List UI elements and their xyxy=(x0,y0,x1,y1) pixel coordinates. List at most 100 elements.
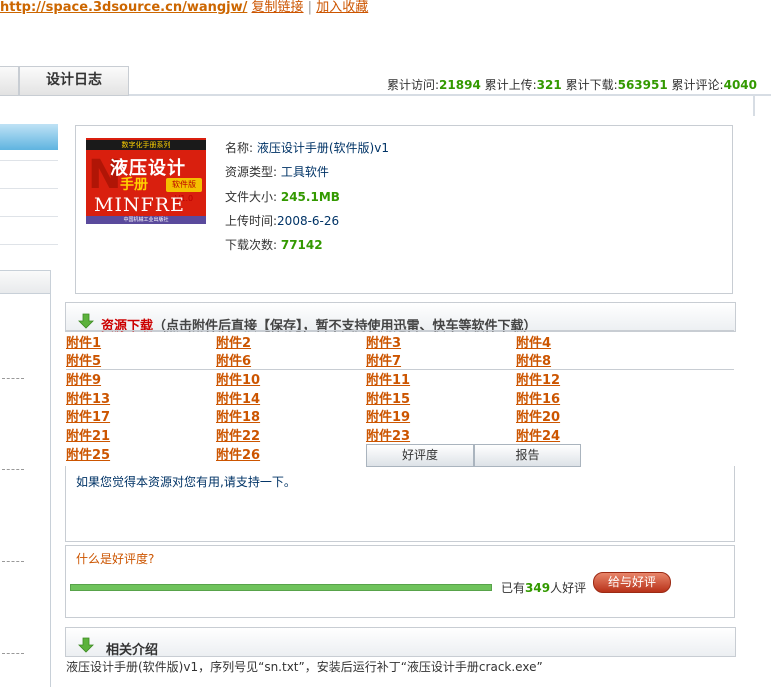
attachment-link-10[interactable]: 附件10 xyxy=(216,369,260,388)
sidebar-row-divider xyxy=(0,160,58,161)
attachment-link-17[interactable]: 附件17 xyxy=(66,406,110,425)
visits-count: 21894 xyxy=(439,78,481,92)
download-title: 资源下载（点击附件后直接【保存】，暂不支持使用迅雷、快车等软件下载） xyxy=(101,315,537,334)
related-title: 相关介绍 xyxy=(106,643,159,658)
resource-size-label: 文件大小: xyxy=(225,189,281,204)
resource-type-row: 资源类型: 工具软件 xyxy=(225,164,389,188)
sidebar-border xyxy=(50,292,51,687)
sidebar-row-divider xyxy=(0,216,58,217)
left-sidebar xyxy=(0,96,58,687)
add-favorite-button[interactable]: 加入收藏 xyxy=(316,0,368,15)
attachment-link-13[interactable]: 附件13 xyxy=(66,388,110,407)
sidebar-dashed-divider xyxy=(2,469,24,470)
good-rating-suffix: 人好评 xyxy=(550,581,587,595)
attachment-link-8[interactable]: 附件8 xyxy=(516,350,551,369)
attachment-link-1[interactable]: 附件1 xyxy=(66,332,101,351)
space-url-link[interactable]: http://space.3dsource.cn/wangjw/ xyxy=(0,0,247,15)
attachment-link-9[interactable]: 附件9 xyxy=(66,369,101,388)
resource-size: 245.1MB xyxy=(280,189,340,204)
good-rating-progress-fill xyxy=(71,585,491,590)
tab-report[interactable]: 报告 xyxy=(474,444,581,467)
uploads-label: 累计上传: xyxy=(484,78,537,92)
sidebar-dashed-divider xyxy=(2,653,24,654)
sidebar-section-header xyxy=(0,270,51,294)
sidebar-active-header[interactable] xyxy=(0,124,58,150)
space-stats: 累计访问:21894 累计上传:321 累计下载:563951 累计评论:404… xyxy=(387,76,757,93)
related-description: 液压设计手册(软件版)v1，序列号见“sn.txt”，安装后运行补丁“液压设计手… xyxy=(66,660,543,674)
attachment-link-2[interactable]: 附件2 xyxy=(216,332,251,351)
resource-count-row: 下载次数: 77142 xyxy=(225,237,389,261)
give-good-rating-button[interactable]: 给与好评 xyxy=(593,572,671,593)
attachment-link-6[interactable]: 附件6 xyxy=(216,350,251,369)
resource-type: 工具软件 xyxy=(280,165,329,180)
attachment-link-11[interactable]: 附件11 xyxy=(366,369,410,388)
attachment-link-12[interactable]: 附件12 xyxy=(516,369,560,388)
good-rating-progress-bar xyxy=(70,584,492,591)
cover-series: 数字化手册系列 xyxy=(86,140,206,150)
cover-brand: MINFRE xyxy=(94,194,185,216)
attachment-link-3[interactable]: 附件3 xyxy=(366,332,401,351)
sidebar-dashed-divider xyxy=(2,561,24,562)
resource-name-label: 名称: xyxy=(225,141,257,155)
tab-design-blog[interactable]: 设计日志 xyxy=(19,66,129,96)
comments-label: 累计评论: xyxy=(671,78,724,92)
attachment-link-18[interactable]: 附件18 xyxy=(216,406,260,425)
sidebar-row-divider xyxy=(0,244,58,245)
attachment-link-19[interactable]: 附件19 xyxy=(366,406,410,425)
tab-bar: 设计日志 累计访问:21894 累计上传:321 累计下载:563951 累计评… xyxy=(0,66,771,96)
attachment-link-21[interactable]: 附件21 xyxy=(66,425,110,444)
uploads-count: 321 xyxy=(536,78,562,92)
attachment-link-24[interactable]: 附件24 xyxy=(516,425,560,444)
download-title-text: 资源下载 xyxy=(101,319,154,334)
cover-version-badge: 软件版V1.0 xyxy=(166,178,202,203)
attachment-link-20[interactable]: 附件20 xyxy=(516,406,560,425)
resource-time: 2008-6-26 xyxy=(277,213,340,228)
attachment-link-26[interactable]: 附件26 xyxy=(216,444,260,463)
copy-link-button[interactable]: 复制链接 xyxy=(252,0,304,15)
resource-time-row: 上传时间:2008-6-26 xyxy=(225,213,389,237)
attachment-link-7[interactable]: 附件7 xyxy=(366,350,401,369)
attachment-grid-divider xyxy=(66,369,734,370)
tab-good-rating[interactable]: 好评度 xyxy=(366,444,474,467)
link-separator: | xyxy=(307,0,313,15)
cover-publisher: 中国机械工业出版社 xyxy=(86,216,206,224)
good-rating-box: 什么是好评度? 已有349人好评 给与好评 xyxy=(65,545,735,618)
related-section-header: 相关介绍 xyxy=(65,627,736,658)
what-is-good-rating-link[interactable]: 什么是好评度? xyxy=(76,550,154,567)
attachment-link-15[interactable]: 附件15 xyxy=(366,388,410,407)
attachment-link-5[interactable]: 附件5 xyxy=(66,350,101,369)
resource-download-count: 77142 xyxy=(280,238,323,253)
good-rating-prefix: 已有 xyxy=(501,581,526,595)
resource-name: 液压设计手册(软件版)v1 xyxy=(256,141,389,155)
comments-count: 4040 xyxy=(723,78,757,92)
resource-name-row: 名称: 液压设计手册(软件版)v1 xyxy=(225,140,389,164)
downloads-label: 累计下载: xyxy=(565,78,618,92)
attachment-link-4[interactable]: 附件4 xyxy=(516,332,551,351)
good-rating-number: 349 xyxy=(525,581,551,595)
attachment-link-25[interactable]: 附件25 xyxy=(66,444,110,463)
resource-meta: 名称: 液压设计手册(软件版)v1 资源类型: 工具软件 文件大小: 245.1… xyxy=(225,140,389,261)
download-section-header: 资源下载（点击附件后直接【保存】，暂不支持使用迅雷、快车等软件下载） xyxy=(65,302,736,334)
resource-count-label: 下载次数: xyxy=(225,238,281,253)
resource-cover-image: N 数字化手册系列 液压设计 手册 软件版V1.0 MINFRE 中国机械工业出… xyxy=(86,138,206,224)
attachment-link-16[interactable]: 附件16 xyxy=(516,388,560,407)
resource-info-box: N 数字化手册系列 液压设计 手册 软件版V1.0 MINFRE 中国机械工业出… xyxy=(75,125,733,294)
downloads-count: 563951 xyxy=(617,78,668,92)
rating-message: 如果您觉得本资源对您有用,请支持一下。 xyxy=(76,475,296,489)
attachment-link-22[interactable]: 附件22 xyxy=(216,425,260,444)
download-arrow-icon xyxy=(78,313,94,329)
download-note: （点击附件后直接【保存】，暂不支持使用迅雷、快车等软件下载） xyxy=(153,319,537,334)
sidebar-dashed-divider xyxy=(2,378,24,379)
good-rating-count: 已有349人好评 xyxy=(501,579,586,596)
attachment-link-23[interactable]: 附件23 xyxy=(366,425,410,444)
attachment-link-14[interactable]: 附件14 xyxy=(216,388,260,407)
cover-title-line2: 手册 xyxy=(120,177,148,193)
resource-type-label: 资源类型: xyxy=(225,165,281,180)
resource-size-row: 文件大小: 245.1MB xyxy=(225,189,389,213)
top-link-bar: http://space.3dsource.cn/wangjw/ 复制链接 | … xyxy=(0,0,368,16)
visits-label: 累计访问: xyxy=(387,78,440,92)
sidebar-row-divider xyxy=(0,188,58,189)
related-arrow-icon xyxy=(78,637,94,653)
tab-previous[interactable] xyxy=(0,66,19,96)
rating-message-box: 如果您觉得本资源对您有用,请支持一下。 xyxy=(65,466,735,542)
